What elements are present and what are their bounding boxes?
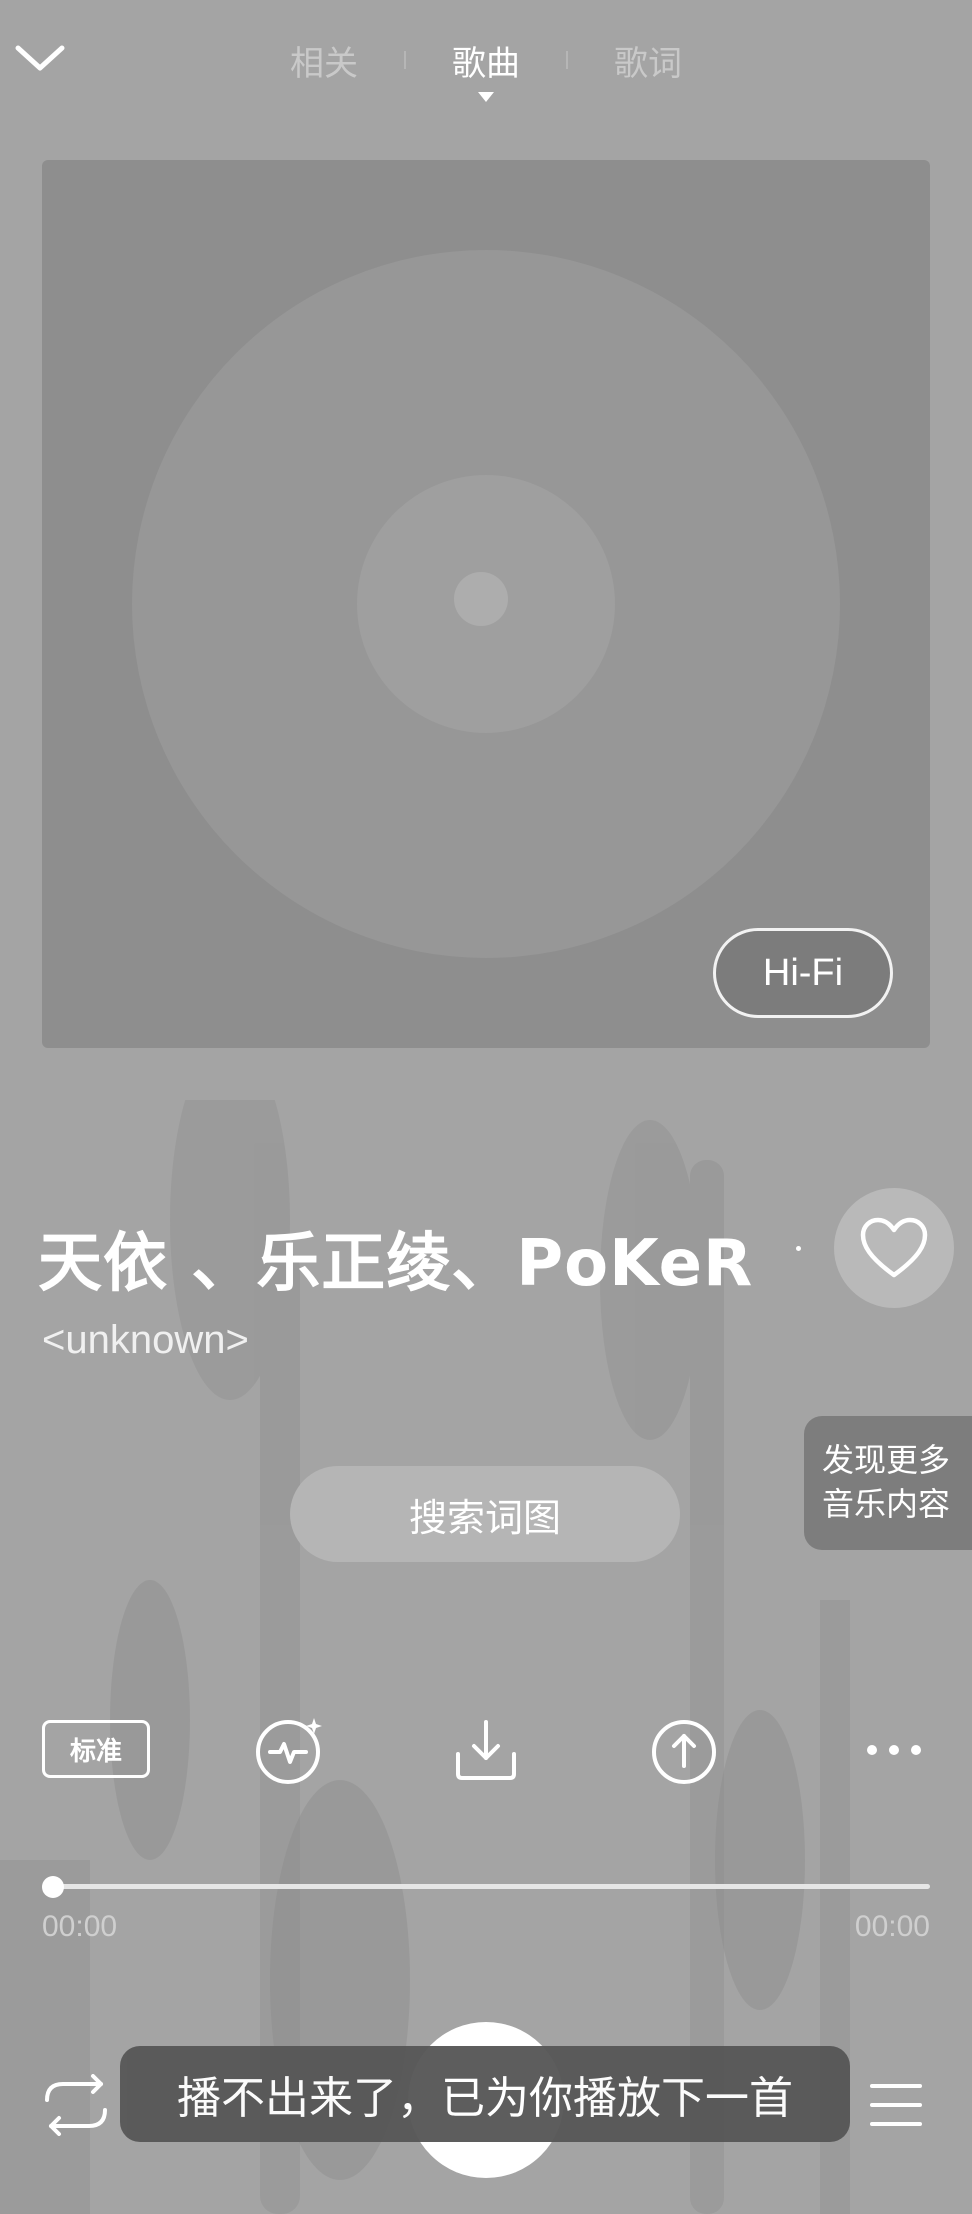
album-cover[interactable]: Hi-Fi bbox=[42, 160, 930, 1048]
sound-effect-button[interactable] bbox=[250, 1710, 330, 1790]
discover-more-button[interactable]: 发现更多 音乐内容 bbox=[804, 1416, 972, 1550]
more-button[interactable] bbox=[854, 1710, 934, 1790]
share-icon bbox=[652, 1720, 716, 1784]
play-mode-button[interactable] bbox=[36, 2070, 116, 2140]
playlist-icon bbox=[870, 2084, 922, 2126]
current-time: 00:00 bbox=[42, 1910, 118, 1943]
tab-lyrics[interactable]: 歌词 bbox=[568, 36, 728, 85]
tab-song[interactable]: 歌曲 bbox=[406, 36, 566, 102]
repeat-icon bbox=[45, 2074, 107, 2136]
progress-bar[interactable] bbox=[52, 1884, 930, 1889]
action-row: 标准 bbox=[0, 1700, 972, 1800]
tab-related[interactable]: 相关 bbox=[244, 36, 404, 85]
discover-line-2: 音乐内容 bbox=[822, 1485, 951, 1523]
active-tab-indicator bbox=[478, 91, 494, 102]
disc-placeholder-icon bbox=[132, 250, 840, 958]
disc-hole bbox=[454, 572, 508, 626]
discover-line-1: 发现更多 bbox=[822, 1441, 951, 1479]
artist-name[interactable]: <unknown> bbox=[42, 1318, 249, 1363]
total-time: 00:00 bbox=[854, 1910, 930, 1943]
top-bar: 相关 歌曲 歌词 bbox=[0, 0, 972, 120]
sound-effect-icon bbox=[256, 1718, 322, 1784]
title-overflow-dot bbox=[796, 1246, 801, 1251]
heart-icon bbox=[860, 1217, 928, 1278]
download-icon bbox=[456, 1720, 516, 1780]
hifi-badge[interactable]: Hi-Fi bbox=[713, 928, 893, 1018]
like-button[interactable] bbox=[834, 1188, 954, 1308]
tab-song-label: 歌曲 bbox=[452, 43, 520, 84]
quality-button[interactable]: 标准 bbox=[42, 1720, 150, 1778]
search-lyric-image-button[interactable]: 搜索词图 bbox=[290, 1466, 680, 1562]
share-button[interactable] bbox=[644, 1710, 724, 1790]
disc-label bbox=[357, 475, 615, 733]
song-title: 天依 、乐正绫、PoKeR bbox=[38, 1227, 754, 1301]
tab-bar: 相关 歌曲 歌词 bbox=[0, 30, 972, 102]
playlist-button[interactable] bbox=[860, 2070, 932, 2140]
download-button[interactable] bbox=[446, 1710, 526, 1790]
toast-message: 播不出来了，已为你播放下一首 bbox=[120, 2046, 850, 2142]
more-icon bbox=[867, 1745, 921, 1755]
progress-handle[interactable] bbox=[42, 1876, 64, 1898]
